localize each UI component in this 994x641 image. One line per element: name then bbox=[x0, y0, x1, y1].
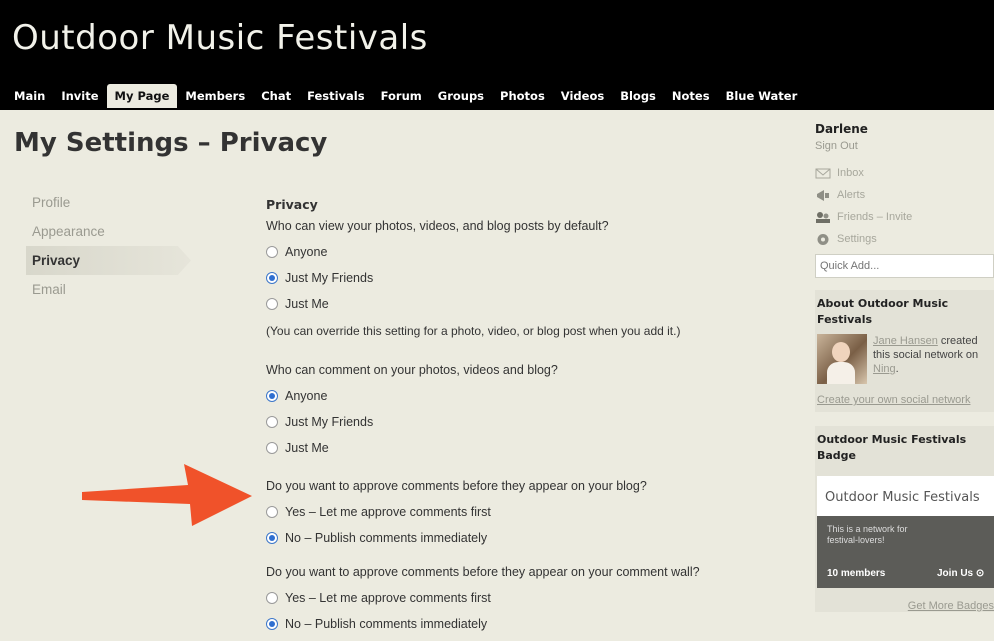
creator-link[interactable]: Jane Hansen bbox=[873, 335, 938, 347]
creator-avatar[interactable] bbox=[817, 334, 867, 384]
nav-chat[interactable]: Chat bbox=[253, 84, 299, 108]
ning-link[interactable]: Ning bbox=[873, 363, 896, 375]
wall-approval-yes[interactable]: Yes – Let me approve comments first bbox=[266, 585, 796, 611]
settings-menu: Profile Appearance Privacy Email bbox=[26, 188, 191, 304]
nav-my-page[interactable]: My Page bbox=[106, 84, 178, 108]
comment-option-just-me[interactable]: Just Me bbox=[266, 435, 796, 461]
megaphone-icon bbox=[817, 189, 829, 201]
view-option-friends[interactable]: Just My Friends bbox=[266, 265, 796, 291]
alerts-label: Alerts bbox=[837, 189, 866, 201]
settings-link[interactable]: Settings bbox=[815, 228, 994, 250]
annotation-arrow-icon bbox=[82, 464, 252, 526]
blog-approval-no[interactable]: No – Publish comments immediately bbox=[266, 525, 796, 551]
nav-members[interactable]: Members bbox=[177, 84, 253, 108]
site-header: Outdoor Music Festivals Main Invite My P… bbox=[0, 0, 994, 110]
friends-invite-link[interactable]: Friends – Invite bbox=[815, 206, 994, 228]
nav-notes[interactable]: Notes bbox=[664, 84, 718, 108]
about-text: Jane Hansen created this social network … bbox=[873, 335, 979, 375]
comment-permission-question: Who can comment on your photos, videos a… bbox=[266, 363, 558, 377]
option-label: Anyone bbox=[285, 245, 328, 259]
nav-invite[interactable]: Invite bbox=[53, 84, 106, 108]
settings-menu-appearance[interactable]: Appearance bbox=[26, 217, 191, 246]
settings-menu-email[interactable]: Email bbox=[26, 275, 191, 304]
nav-festivals[interactable]: Festivals bbox=[299, 84, 373, 108]
nav-blue-water[interactable]: Blue Water bbox=[718, 84, 806, 108]
option-label: Just Me bbox=[285, 441, 329, 455]
create-network-link[interactable]: Create your own social network bbox=[817, 394, 992, 406]
nav-blogs[interactable]: Blogs bbox=[612, 84, 664, 108]
nav-videos[interactable]: Videos bbox=[553, 84, 612, 108]
network-badge[interactable]: Outdoor Music Festivals This is a networ… bbox=[817, 476, 994, 588]
join-us-label: Join Us bbox=[937, 568, 974, 579]
option-label: Anyone bbox=[285, 389, 328, 403]
view-just-me-radio[interactable] bbox=[266, 298, 278, 310]
badge-title: Outdoor Music Festivals Badge bbox=[817, 433, 967, 462]
blog-approval-yes-radio[interactable] bbox=[266, 506, 278, 518]
blog-approval-no-radio[interactable] bbox=[266, 532, 278, 544]
option-label: Just My Friends bbox=[285, 415, 374, 429]
about-title: About Outdoor Music Festivals bbox=[817, 297, 949, 326]
badge-description: This is a network for festival-lovers! bbox=[827, 524, 908, 545]
option-label: Yes – Let me approve comments first bbox=[285, 505, 491, 519]
people-icon bbox=[816, 211, 830, 223]
wall-approval-question: Do you want to approve comments before t… bbox=[266, 565, 700, 579]
inbox-link[interactable]: Inbox bbox=[815, 162, 994, 184]
comment-friends-radio[interactable] bbox=[266, 416, 278, 428]
alerts-link[interactable]: Alerts bbox=[815, 184, 994, 206]
view-permission-question: Who can view your photos, videos, and bl… bbox=[266, 219, 609, 233]
comment-anyone-radio[interactable] bbox=[266, 390, 278, 402]
main-nav: Main Invite My Page Members Chat Festiva… bbox=[6, 84, 805, 108]
option-label: No – Publish comments immediately bbox=[285, 617, 488, 631]
about-body: Jane Hansen created this social network … bbox=[817, 334, 992, 384]
blog-approval-question: Do you want to approve comments before t… bbox=[266, 479, 647, 493]
comment-option-friends[interactable]: Just My Friends bbox=[266, 409, 796, 435]
site-title[interactable]: Outdoor Music Festivals bbox=[12, 18, 428, 58]
badge-network-name: Outdoor Music Festivals bbox=[825, 490, 980, 505]
option-label: Just Me bbox=[285, 297, 329, 311]
option-label: No – Publish comments immediately bbox=[285, 531, 488, 545]
settings-menu-profile[interactable]: Profile bbox=[26, 188, 191, 217]
badge-footer: This is a network for festival-lovers! 1… bbox=[817, 516, 994, 588]
wall-approval-no-radio[interactable] bbox=[266, 618, 278, 630]
badge-box: Outdoor Music Festivals Badge Outdoor Mu… bbox=[815, 426, 994, 612]
comment-just-me-radio[interactable] bbox=[266, 442, 278, 454]
badge-member-count: 10 members bbox=[827, 568, 886, 579]
blog-approval-yes[interactable]: Yes – Let me approve comments first bbox=[266, 499, 796, 525]
user-sidebar: Darlene Sign Out Inbox Alerts Friends – … bbox=[815, 122, 994, 612]
wall-approval-yes-radio[interactable] bbox=[266, 592, 278, 604]
view-anyone-radio[interactable] bbox=[266, 246, 278, 258]
privacy-section-title: Privacy bbox=[266, 197, 318, 212]
settings-icon bbox=[817, 233, 829, 245]
about-network-box: About Outdoor Music Festivals Jane Hanse… bbox=[815, 290, 994, 412]
page-title: My Settings – Privacy bbox=[14, 128, 328, 158]
nav-forum[interactable]: Forum bbox=[373, 84, 430, 108]
option-label: Just My Friends bbox=[285, 271, 374, 285]
mail-icon bbox=[815, 168, 831, 178]
sign-out-link[interactable]: Sign Out bbox=[815, 140, 994, 162]
quick-add-input[interactable] bbox=[815, 254, 994, 278]
nav-photos[interactable]: Photos bbox=[492, 84, 553, 108]
friends-invite-label: Friends – Invite bbox=[837, 211, 913, 223]
view-option-anyone[interactable]: Anyone bbox=[266, 239, 796, 265]
view-option-just-me[interactable]: Just Me bbox=[266, 291, 796, 317]
play-icon: ⊙ bbox=[975, 568, 985, 579]
override-note: (You can override this setting for a pho… bbox=[266, 324, 681, 338]
view-friends-radio[interactable] bbox=[266, 272, 278, 284]
privacy-form: Privacy Who can view your photos, videos… bbox=[266, 195, 796, 637]
option-label: Yes – Let me approve comments first bbox=[285, 591, 491, 605]
user-name[interactable]: Darlene bbox=[815, 122, 994, 140]
get-more-badges-link[interactable]: Get More Badges bbox=[817, 600, 994, 612]
nav-groups[interactable]: Groups bbox=[430, 84, 492, 108]
settings-label: Settings bbox=[837, 233, 877, 245]
comment-option-anyone[interactable]: Anyone bbox=[266, 383, 796, 409]
join-us-button[interactable]: Join Us ⊙ bbox=[937, 568, 984, 579]
settings-menu-privacy[interactable]: Privacy bbox=[26, 246, 191, 275]
wall-approval-no[interactable]: No – Publish comments immediately bbox=[266, 611, 796, 637]
nav-main[interactable]: Main bbox=[6, 84, 53, 108]
inbox-label: Inbox bbox=[837, 167, 864, 179]
